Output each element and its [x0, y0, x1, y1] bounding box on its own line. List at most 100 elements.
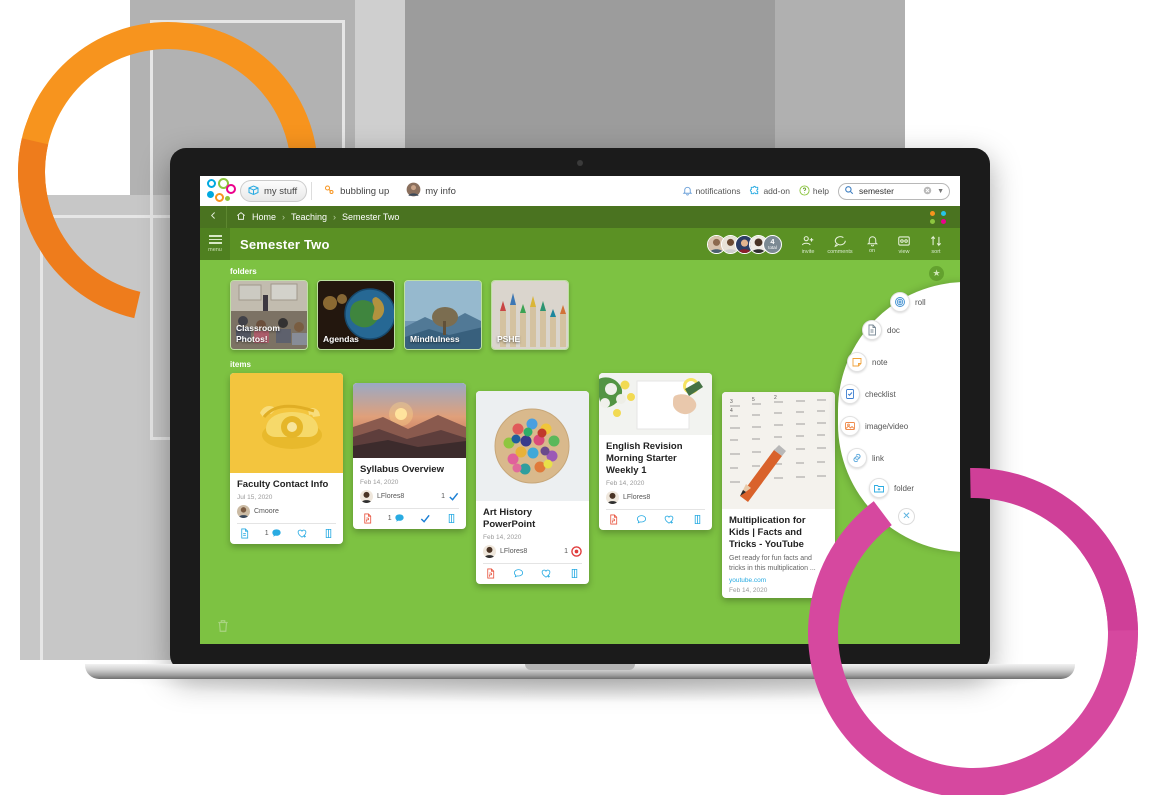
doc-icon[interactable]	[239, 528, 250, 539]
powerpoint-icon[interactable]	[485, 568, 496, 579]
share-icon[interactable]	[323, 528, 334, 539]
create-doc-button[interactable]: doc	[862, 320, 900, 340]
breadcrumb-item-teaching[interactable]: Teaching	[291, 212, 327, 222]
sunset-mountains-photo	[353, 383, 466, 458]
share-icon[interactable]	[692, 514, 703, 525]
folder-card[interactable]: Mindfulness	[404, 280, 482, 350]
member-avatars[interactable]: 4 total	[707, 234, 782, 254]
svg-text:3: 3	[730, 399, 733, 405]
tab-label: bubbling up	[340, 185, 390, 197]
star-badge-icon[interactable]: ★	[929, 266, 944, 281]
app-logo-icon[interactable]	[206, 178, 240, 204]
share-icon[interactable]	[446, 513, 457, 524]
comment-icon[interactable]	[636, 514, 647, 525]
folder-card[interactable]: Agendas	[317, 280, 395, 350]
search-icon	[844, 185, 854, 197]
check-icon[interactable]	[419, 513, 431, 524]
item-badge: 1	[441, 491, 459, 502]
create-checklist-button[interactable]: checklist	[840, 384, 896, 404]
notifications-label: notifications	[695, 186, 741, 196]
comments-button[interactable]: comments	[824, 234, 856, 255]
item-footer: 1	[360, 508, 459, 525]
question-icon	[799, 184, 810, 198]
item-card[interactable]: Faculty Contact Info Jul 15, 2020 Cmoore	[230, 373, 343, 544]
on-label: on	[868, 248, 876, 254]
like-icon[interactable]	[296, 528, 308, 539]
home-icon[interactable]	[236, 211, 246, 223]
view-button[interactable]: view	[888, 234, 920, 255]
item-date: Feb 14, 2020	[360, 479, 399, 486]
item-link[interactable]: youtube.com	[729, 577, 828, 584]
create-checklist-label: checklist	[865, 389, 896, 399]
comment-count[interactable]: 1	[388, 513, 405, 524]
tab-label: my stuff	[264, 185, 298, 197]
item-card[interactable]: English Revision Morning Starter Weekly …	[599, 373, 712, 530]
clear-icon[interactable]	[923, 186, 932, 197]
powerpoint-icon[interactable]	[608, 514, 619, 525]
writing-hand-photo	[599, 373, 712, 435]
create-link-button[interactable]: link	[847, 448, 884, 468]
invite-button[interactable]: invite	[792, 234, 824, 255]
comment-count[interactable]: 1	[265, 528, 282, 539]
page-actions: 4 total invite comments on view sort	[707, 234, 960, 255]
item-body: English Revision Morning Starter Weekly …	[599, 435, 712, 530]
breadcrumb-item-home[interactable]: Home	[252, 212, 276, 222]
avatar-count-label: total	[768, 244, 777, 250]
notifications-button[interactable]: notifications	[682, 185, 741, 198]
image-video-icon	[840, 416, 860, 436]
avatar-icon	[406, 182, 421, 200]
help-label: help	[812, 186, 829, 196]
help-button[interactable]: help	[799, 184, 829, 198]
item-thumbnail	[476, 391, 589, 501]
add-on-button[interactable]: add-on	[749, 185, 790, 198]
top-navigation-bar: my stuff bubbling up my info notificatio…	[200, 176, 960, 206]
create-image-video-button[interactable]: image/video	[840, 416, 908, 436]
item-badge-count: 1	[564, 548, 568, 555]
avatar-count-badge[interactable]: 4 total	[763, 234, 782, 254]
create-roll-label: roll	[915, 297, 926, 307]
avatar	[606, 491, 619, 504]
top-bar-actions: notifications add-on help semester ▼	[682, 182, 960, 200]
share-icon[interactable]	[569, 568, 580, 579]
item-card[interactable]: Art History PowerPoint Feb 14, 2020 LFlo…	[476, 391, 589, 584]
sort-button[interactable]: sort	[920, 234, 952, 255]
item-card[interactable]: 3 4 5 2 Multiplication for Kids | Facts and…	[722, 392, 835, 598]
search-input[interactable]	[859, 186, 919, 196]
item-date: Feb 14, 2020	[483, 534, 522, 541]
item-title: English Revision Morning Starter Weekly …	[606, 441, 683, 476]
comments-label: comments	[827, 248, 853, 255]
item-card[interactable]: Syllabus Overview Feb 14, 2020 LFlores8 …	[353, 383, 466, 529]
tab-bubbling-up[interactable]: bubbling up	[316, 180, 399, 202]
bell-icon	[682, 185, 693, 198]
hamburger-icon	[208, 234, 222, 245]
puzzle-icon	[749, 185, 760, 198]
avatar	[237, 505, 250, 518]
create-roll-button[interactable]: roll	[890, 292, 926, 312]
like-icon[interactable]	[663, 514, 675, 525]
item-footer	[606, 509, 705, 526]
search-box[interactable]: ▼	[838, 182, 950, 200]
menu-button[interactable]: menu	[200, 228, 230, 260]
item-body: Faculty Contact Info Jul 15, 2020 Cmoore	[230, 473, 343, 544]
breadcrumb: Home › Teaching › Semester Two	[227, 211, 399, 223]
divider	[311, 182, 313, 200]
folder-card[interactable]: Classroom Photos!	[230, 280, 308, 350]
tab-my-info[interactable]: my info	[399, 180, 466, 202]
breadcrumb-item-semester-two[interactable]: Semester Two	[342, 212, 399, 222]
brand-dots-icon	[920, 206, 960, 228]
comment-icon[interactable]	[513, 568, 524, 579]
item-author: Cmoore	[237, 505, 336, 518]
notifications-toggle-button[interactable]: on	[856, 234, 888, 254]
create-note-button[interactable]: note	[847, 352, 888, 372]
svg-text:2: 2	[774, 395, 777, 401]
box-icon	[247, 184, 260, 199]
back-button[interactable]	[200, 210, 226, 224]
tab-my-stuff[interactable]: my stuff	[240, 180, 308, 202]
trash-icon[interactable]	[216, 618, 230, 634]
roll-icon	[890, 292, 910, 312]
chevron-down-icon[interactable]: ▼	[937, 188, 944, 195]
like-icon[interactable]	[540, 568, 552, 579]
folder-card[interactable]: PSHE	[491, 280, 569, 350]
powerpoint-icon[interactable]	[362, 513, 373, 524]
svg-text:4: 4	[730, 408, 733, 414]
